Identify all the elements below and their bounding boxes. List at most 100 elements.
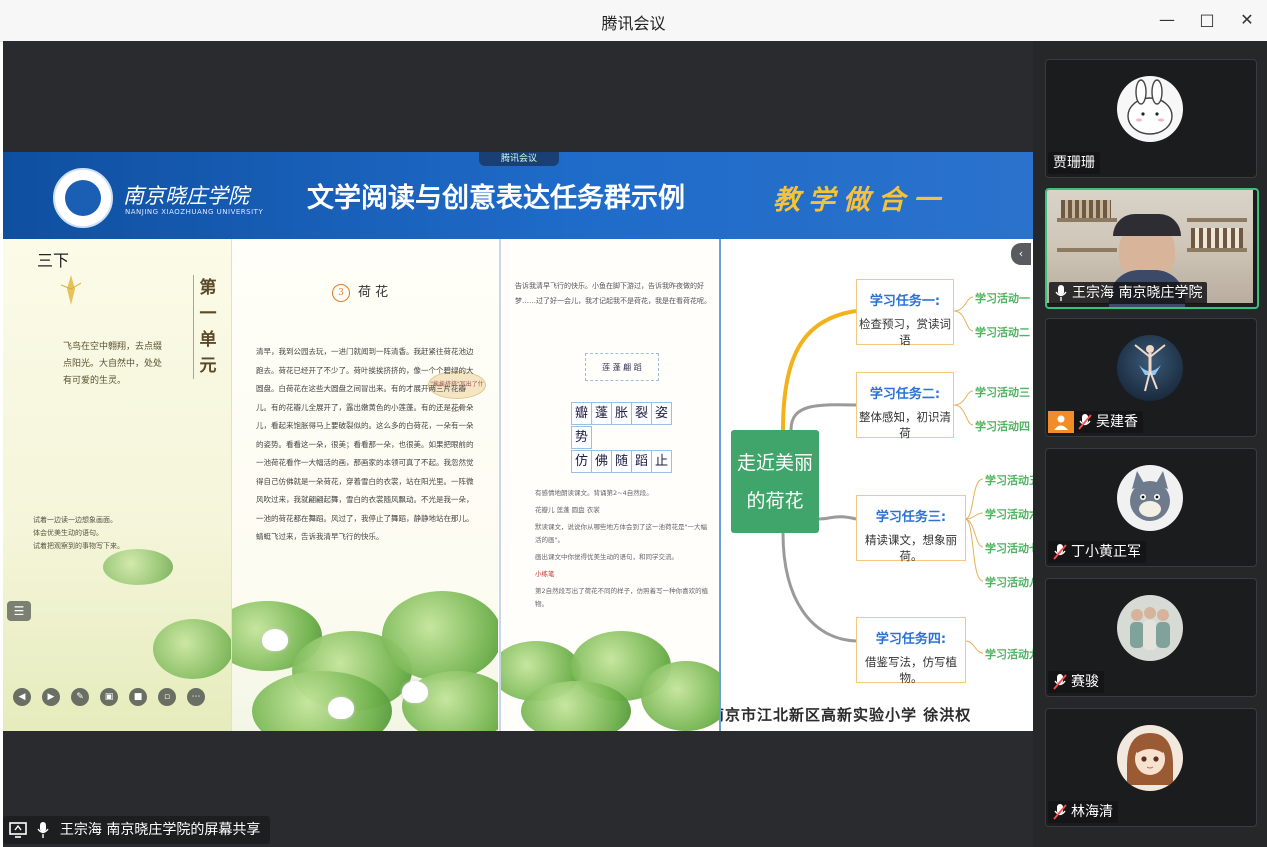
shared-screen: 南京晓庄学院 NANJING XIAOZHUANG UNIVERSITY 文学阅… <box>3 152 1033 731</box>
task-node: 学习任务四: 借鉴写法，仿写植物。 <box>856 617 966 685</box>
participant-name: 赛骏 <box>1071 674 1099 690</box>
leaf-decoration <box>103 549 173 585</box>
avatar <box>1117 595 1183 661</box>
character-cell: 胀 <box>611 402 632 425</box>
participant-name-tag: 林海清 <box>1048 801 1118 823</box>
slide-banner: 南京晓庄学院 NANJING XIAOZHUANG UNIVERSITY 文学阅… <box>3 152 1033 239</box>
lotus-leaves-illustration <box>232 581 498 731</box>
slide-controls: ◀ ▶ ✎ ▣ ■ ▫ ⋯ <box>13 684 216 706</box>
task-title: 学习任务四: <box>875 632 947 647</box>
task-title: 学习任务一: <box>869 294 941 309</box>
microphone-muted-icon <box>1053 544 1067 560</box>
school-name-en: NANJING XIAOZHUANG UNIVERSITY <box>125 208 264 216</box>
task-node: 学习任务一: 检查预习，赏读词语 <box>856 279 954 347</box>
meeting-mini-indicator[interactable]: 腾讯会议 <box>479 152 559 166</box>
participant-tile[interactable]: 丁小黄正军 <box>1045 448 1257 567</box>
activity-label: 学习活动五 <box>985 474 1033 487</box>
more-icon[interactable]: ⋯ <box>187 688 205 706</box>
character-cell: 势 <box>571 426 592 449</box>
task-desc: 整体感知，初识清荷 <box>859 410 951 440</box>
participant-name-tag: 赛骏 <box>1048 671 1104 693</box>
exercise-question: 小练笔 <box>535 570 555 578</box>
bird-icon <box>61 275 81 305</box>
participant-tile[interactable]: 赛骏 <box>1045 578 1257 697</box>
character-cell: 止 <box>651 450 672 473</box>
lesson-title: 3 荷 花 <box>332 281 388 302</box>
avatar <box>1117 335 1183 401</box>
main-stage: 南京晓庄学院 NANJING XIAOZHUANG UNIVERSITY 文学阅… <box>3 41 1033 847</box>
close-icon[interactable]: ✕ <box>1235 8 1259 32</box>
microphone-icon <box>1055 285 1067 301</box>
character-cell: 瓣 <box>571 402 592 425</box>
subtitle-icon[interactable]: ▫ <box>158 688 176 706</box>
participant-tile[interactable]: 林海清 <box>1045 708 1257 827</box>
participant-name: 王宗海 南京晓庄学院 <box>1072 285 1203 301</box>
character-cell: 蓬 <box>591 402 612 425</box>
collapse-panel-button[interactable]: ‹ <box>1011 243 1031 265</box>
unit-title: 第一单元 <box>193 275 219 379</box>
microphone-muted-icon <box>1053 804 1067 820</box>
mind-map-panel: 走近美丽的荷花 学习任务一: 检查预习，赏读词语 学习任务二: 整体感知，初识清荷 … <box>719 239 1033 731</box>
avatar <box>1117 465 1183 531</box>
participant-name-tag: 王宗海 南京晓庄学院 <box>1049 282 1208 304</box>
mind-map-center: 走近美丽的荷花 <box>731 430 819 533</box>
character-cell: 佛 <box>591 450 612 473</box>
microphone-icon <box>37 822 50 838</box>
activity-label: 学习活动九 <box>985 648 1033 661</box>
previous-icon[interactable]: ◀ <box>13 688 31 706</box>
exercise-question: 花瓣儿 莲蓬 圆盘 衣裳 <box>535 506 600 514</box>
participant-name-tag: 丁小黄正军 <box>1048 541 1146 563</box>
activity-label: 学习活动六 <box>985 508 1033 521</box>
avatar <box>1117 725 1183 791</box>
screen-share-label: 王宗海 南京晓庄学院的屏幕共享 <box>3 816 271 844</box>
lesson-number: 3 <box>332 283 350 302</box>
participant-name: 丁小黄正军 <box>1071 544 1141 560</box>
participant-tile-active-speaker[interactable]: 王宗海 南京晓庄学院 <box>1045 188 1259 309</box>
exercise-question: 画出课文中你觉得优美生动的语句，和同学交流。 <box>535 553 678 561</box>
participant-name: 吴建香 <box>1096 414 1138 430</box>
pen-icon[interactable]: ✎ <box>71 688 89 706</box>
task-desc: 检查预习，赏读词语 <box>859 317 951 347</box>
leaf-decoration <box>153 619 231 679</box>
zoom-icon[interactable]: ▣ <box>100 688 118 706</box>
character-cell: 随 <box>611 450 632 473</box>
slide-menu-button[interactable]: ☰ <box>7 601 31 621</box>
unit-note: 体会优美生动的语句。 <box>33 529 103 537</box>
task-node: 学习任务三: 精读课文，想象丽荷。 <box>856 495 966 563</box>
exercise-question: 默读课文，说说你从哪些地方体会到了这一池荷花是"一大幅活的画"。 <box>535 523 707 544</box>
activity-label: 学习活动八 <box>985 576 1033 589</box>
character-cell: 仿 <box>571 450 592 473</box>
participant-name: 林海清 <box>1071 804 1113 820</box>
video-icon[interactable]: ■ <box>129 688 147 706</box>
maximize-icon[interactable]: □ <box>1195 8 1219 32</box>
textbook-exercise-page: 告诉我清早飞行的快乐。小鱼在脚下游过，告诉我昨夜做的好梦……过了好一会儿，我才记… <box>499 239 719 731</box>
character-cell: 蹈 <box>631 450 652 473</box>
activity-label: 学习活动四 <box>975 420 1030 433</box>
avatar <box>1117 76 1183 142</box>
participant-tile[interactable]: 贾珊珊 <box>1045 59 1257 178</box>
unit-note: 试着把观察到的事物写下来。 <box>33 542 124 550</box>
word-box: 莲 蓬 翩 蹈 <box>585 353 659 381</box>
slide-motto: 教学做合一 <box>773 185 948 216</box>
task-title: 学习任务二: <box>869 387 941 402</box>
textbook-unit-page: 三下 第一单元 飞鸟在空中翱翔，去点缀点阳光。大自然中，处处有可爱的生灵。 试着… <box>3 239 231 731</box>
minimize-icon[interactable]: — <box>1155 8 1179 32</box>
screen-share-icon <box>9 822 27 838</box>
task-node: 学习任务二: 整体感知，初识清荷 <box>856 372 954 440</box>
title-bar: 腾讯会议 — □ ✕ <box>0 0 1267 42</box>
user-icon <box>1048 411 1074 433</box>
microphone-muted-icon <box>1053 674 1067 690</box>
activity-label: 学习活动二 <box>975 326 1030 339</box>
lesson-title-text: 荷 花 <box>358 285 389 300</box>
exercise-text: 告诉我清早飞行的快乐。小鱼在脚下游过，告诉我昨夜做的好梦……过了好一会儿，我才记… <box>515 282 711 305</box>
participant-name: 贾珊珊 <box>1048 152 1100 174</box>
participant-tile[interactable]: 吴建香 <box>1045 318 1257 437</box>
activity-label: 学习活动三 <box>975 386 1030 399</box>
activity-label: 学习活动一 <box>975 292 1030 305</box>
task-desc: 精读课文，想象丽荷。 <box>865 533 957 563</box>
unit-note: 试着一边读一边想象画面。 <box>33 516 117 524</box>
activity-label: 学习活动七 <box>985 542 1033 555</box>
next-icon[interactable]: ▶ <box>42 688 60 706</box>
textbook-lesson-page: 3荷 花 "挨挨挤挤"写出了什么？ 清早，我到公园去玩，一进门就闻到一阵清香。我… <box>231 239 498 731</box>
school-logo-icon <box>53 168 113 228</box>
